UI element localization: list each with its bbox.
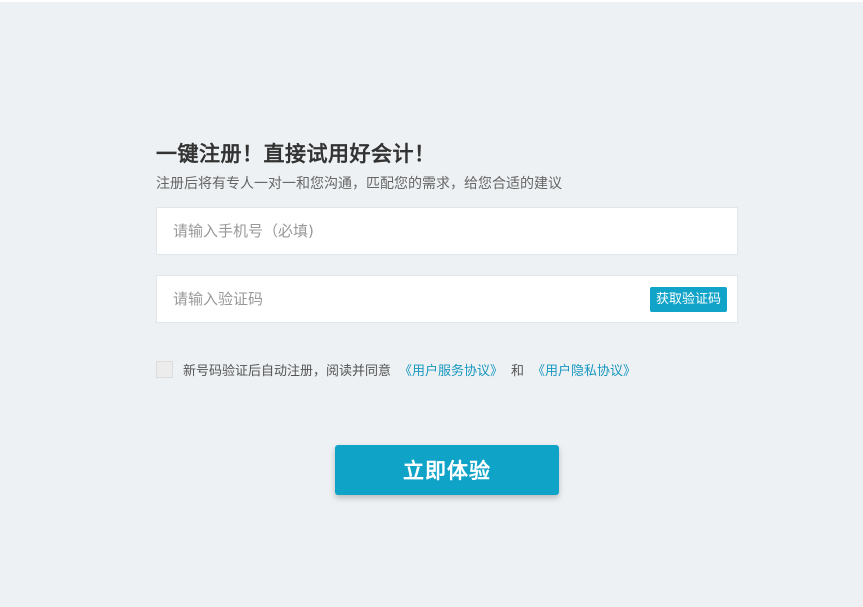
agreement-text: 新号码验证后自动注册，阅读并同意 — [183, 363, 392, 379]
form-title: 一键注册！直接试用好会计！ — [156, 142, 436, 166]
phone-input[interactable] — [157, 208, 737, 254]
phone-field-container — [156, 207, 738, 255]
get-code-button[interactable]: 获取验证码 — [649, 287, 727, 312]
code-field-container: 获取验证码 — [156, 275, 738, 323]
privacy-agreement-link[interactable]: 《用户隐私协议》 — [532, 360, 636, 379]
agreement-row: 新号码验证后自动注册，阅读并同意 《用户服务协议》 和 《用户隐私协议》 — [156, 359, 636, 379]
service-agreement-link[interactable]: 《用户服务协议》 — [399, 360, 503, 379]
registration-form: 一键注册！直接试用好会计！ 注册后将有专人一对一和您沟通，匹配您的需求，给您合适… — [156, 0, 738, 607]
form-subtitle: 注册后将有专人一对一和您沟通，匹配您的需求，给您合适的建议 — [156, 176, 562, 192]
agreement-and-text: 和 — [511, 363, 525, 379]
agreement-checkbox[interactable] — [156, 360, 173, 378]
submit-button[interactable]: 立即体验 — [335, 445, 559, 495]
